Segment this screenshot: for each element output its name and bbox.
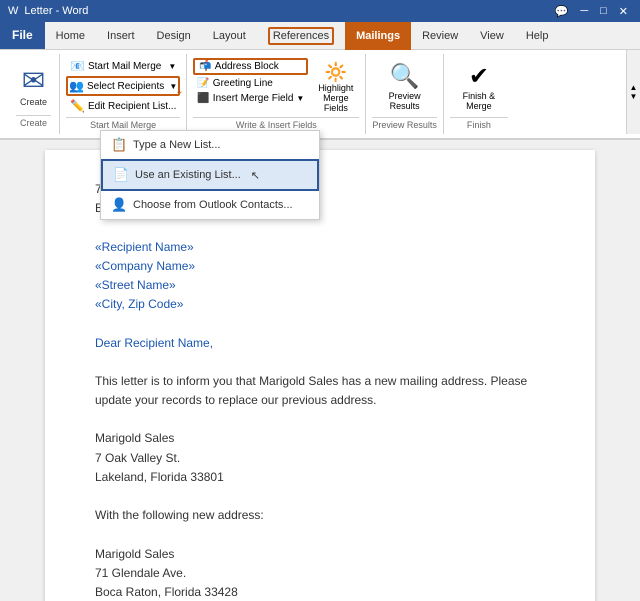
doc-body4-header: Marigold Sales [95, 545, 545, 564]
finish-icon: ✔ [469, 62, 489, 91]
start-mail-merge-btn[interactable]: 📧 Start Mail Merge ▼ [66, 58, 180, 74]
title-bar-controls: 💬 ─ □ ✕ [551, 5, 632, 18]
doc-salutation: Dear Recipient Name, [95, 334, 545, 353]
minimize-btn[interactable]: ─ [576, 5, 592, 18]
tab-home[interactable]: Home [45, 21, 96, 49]
tab-help[interactable]: Help [515, 21, 560, 49]
start-mail-merge-group-label: Start Mail Merge [66, 117, 180, 130]
create-btn[interactable]: ✉ Create [16, 60, 51, 111]
mail-merge-icon: 📧 [70, 59, 85, 73]
use-existing-label: Use an Existing List... [135, 169, 241, 181]
title-bar: W Letter - Word 💬 ─ □ ✕ [0, 0, 640, 22]
write-insert-group-label: Write & Insert Fields [193, 117, 359, 130]
finish-merge-btn[interactable]: ✔ Finish &Merge [457, 58, 502, 115]
window-title: Letter - Word [24, 5, 88, 17]
start-mail-merge-label: Start Mail Merge [88, 61, 161, 72]
scroll-down-icon[interactable]: ▼ [630, 92, 638, 101]
doc-body1: This letter is to inform you that Marigo… [95, 372, 545, 410]
doc-body2-header: Marigold Sales [95, 429, 545, 448]
tab-references[interactable]: References [257, 21, 345, 49]
doc-body2-line1: 7 Oak Valley St. [95, 449, 545, 468]
tab-mailings[interactable]: Mailings [345, 22, 411, 50]
finish-group-label: Finish [450, 117, 508, 130]
use-existing-icon: 📄 [113, 167, 129, 183]
insert-merge-arrow: ▼ [296, 94, 304, 103]
type-new-label: Type a New List... [133, 139, 220, 151]
title-bar-left: W Letter - Word [8, 5, 88, 17]
create-group: ✉ Create Create [8, 54, 60, 134]
tab-review[interactable]: Review [411, 21, 469, 49]
finish-merge-label: Finish &Merge [463, 91, 496, 111]
greeting-line-label: Greeting Line [213, 78, 273, 89]
preview-group-label: Preview Results [372, 117, 437, 130]
tab-layout[interactable]: Layout [202, 21, 257, 49]
edit-list-icon: ✏️ [70, 99, 85, 113]
greeting-line-btn[interactable]: 📝 Greeting Line [193, 77, 308, 90]
highlight-label: HighlightMergeFields [318, 83, 353, 113]
type-new-icon: 📋 [111, 137, 127, 153]
close-btn[interactable]: ✕ [615, 5, 632, 18]
ribbon-scroll[interactable]: ▲ ▼ [626, 50, 640, 134]
address-block-btn[interactable]: 📬 Address Block [193, 58, 308, 75]
dropdown-type-new[interactable]: 📋 Type a New List... [101, 131, 319, 159]
select-recipients-arrow: ▼ [169, 82, 177, 91]
doc-body4-line1: 71 Glendale Ave. [95, 564, 545, 583]
preview-icon: 🔍 [390, 62, 420, 91]
tab-view[interactable]: View [469, 21, 515, 49]
doc-body3: With the following new address: [95, 506, 545, 525]
preview-results-label: PreviewResults [389, 91, 421, 111]
chat-icon[interactable]: 💬 [551, 5, 573, 18]
dropdown-arrow-icon: ▼ [168, 62, 176, 71]
highlight-merge-fields-btn[interactable]: 🔆 HighlightMergeFields [312, 58, 359, 117]
document-area: 71 Glendale Ave. Boca Raton, Florida 334… [0, 140, 640, 601]
scroll-up-icon[interactable]: ▲ [630, 83, 638, 92]
select-recipients-btn[interactable]: 👥 Select Recipients ▼ [66, 76, 180, 96]
insert-merge-label: Insert Merge Field [213, 93, 294, 104]
doc-merge-street: «Street Name» [95, 276, 545, 295]
create-group-label: Create [16, 115, 51, 128]
start-mail-merge-group: 📧 Start Mail Merge ▼ 👥 Select Recipients… [60, 54, 187, 134]
choose-outlook-label: Choose from Outlook Contacts... [133, 199, 293, 211]
ribbon: File Home Insert Design Layout Reference… [0, 22, 640, 140]
tab-design[interactable]: Design [146, 21, 202, 49]
app-icon: W [8, 5, 18, 17]
choose-outlook-icon: 👤 [111, 197, 127, 213]
insert-merge-icon: ⬛ [197, 93, 209, 104]
tab-insert[interactable]: Insert [96, 21, 146, 49]
edit-recipient-label: Edit Recipient List... [88, 101, 176, 112]
preview-results-group: 🔍 PreviewResults Preview Results [366, 54, 444, 134]
dropdown-use-existing[interactable]: 📄 Use an Existing List... ↖ [101, 159, 319, 191]
tab-file[interactable]: File [0, 21, 45, 49]
dropdown-choose-outlook[interactable]: 👤 Choose from Outlook Contacts... [101, 191, 319, 219]
cursor-indicator: ↖ [251, 169, 260, 182]
select-recipients-icon: 👥 [69, 79, 84, 93]
address-block-icon: 📬 [199, 61, 211, 72]
highlight-icon: 🔆 [325, 62, 347, 83]
tab-row: File Home Insert Design Layout Reference… [0, 22, 640, 50]
doc-merge-company: «Company Name» [95, 257, 545, 276]
create-label: Create [20, 97, 47, 107]
address-block-label: Address Block [215, 61, 279, 72]
preview-results-btn[interactable]: 🔍 PreviewResults [383, 58, 427, 115]
envelope-icon: ✉ [22, 64, 45, 97]
select-recipients-label: Select Recipients [87, 81, 164, 92]
write-insert-group: 📬 Address Block 📝 Greeting Line ⬛ Insert… [187, 54, 366, 134]
references-highlight: References [268, 27, 334, 45]
doc-body2-line2: Lakeland, Florida 33801 [95, 468, 545, 487]
doc-merge-recipient: «Recipient Name» [95, 238, 545, 257]
maximize-btn[interactable]: □ [596, 5, 611, 18]
ribbon-content: ✉ Create Create 📧 Start Mail Merge ▼ 👥 S… [0, 50, 640, 140]
doc-body4-line2: Boca Raton, Florida 33428 [95, 583, 545, 601]
edit-recipient-list-btn[interactable]: ✏️ Edit Recipient List... [66, 98, 180, 114]
greeting-line-icon: 📝 [197, 78, 209, 89]
doc-merge-city: «City, Zip Code» [95, 295, 545, 314]
insert-merge-field-btn[interactable]: ⬛ Insert Merge Field ▼ [193, 92, 308, 105]
finish-group: ✔ Finish &Merge Finish [444, 54, 514, 134]
dropdown-menu: 📋 Type a New List... 📄 Use an Existing L… [100, 130, 320, 220]
